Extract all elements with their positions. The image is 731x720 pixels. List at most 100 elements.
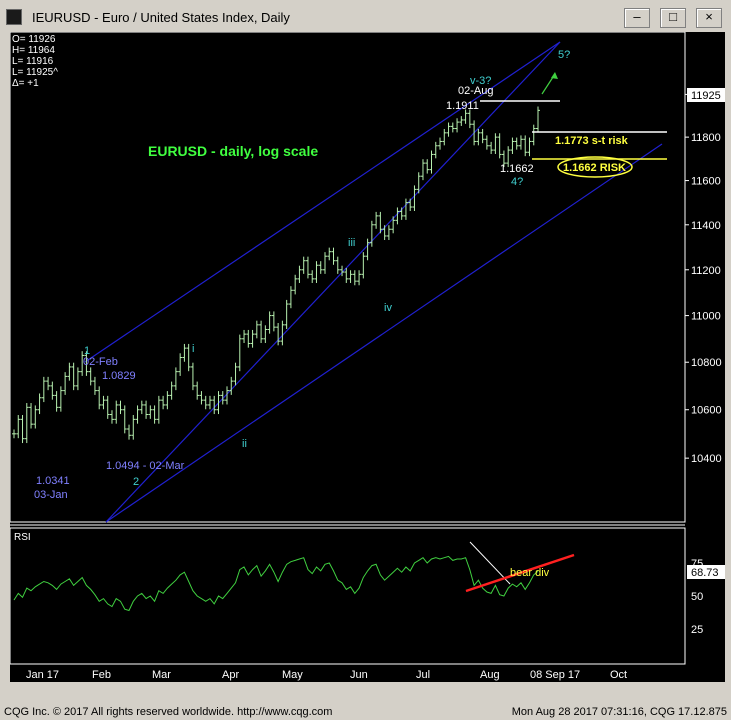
price-bar	[169, 381, 174, 400]
price-bar	[139, 400, 144, 415]
price-bar	[288, 286, 293, 309]
price-bar	[24, 403, 29, 444]
price-tick-label: 11400	[691, 220, 721, 232]
price-bar	[114, 400, 119, 424]
price-bar	[476, 128, 481, 146]
price-bar	[233, 362, 238, 386]
price-bar	[467, 109, 472, 129]
rsi-last-value: 68.73	[691, 567, 719, 579]
price-bar	[186, 343, 191, 372]
price-bar	[127, 424, 132, 440]
price-bar	[182, 343, 187, 362]
price-bar	[144, 400, 149, 419]
rsi-line	[13, 555, 539, 612]
price-bar	[229, 376, 234, 395]
price-bar	[518, 135, 523, 150]
price-bar	[37, 393, 42, 415]
price-panel-frame	[9, 31, 686, 523]
close-button[interactable]: ×	[696, 8, 722, 28]
price-bar	[101, 395, 106, 410]
maximize-button[interactable]: □	[660, 8, 686, 28]
price-bar	[310, 270, 315, 283]
price-bar	[88, 367, 93, 386]
price-bar	[259, 320, 264, 343]
right-scrollbar[interactable]	[725, 32, 727, 682]
label-0341: 1.0341	[36, 475, 70, 487]
price-bar	[267, 311, 272, 334]
price-bar	[318, 261, 323, 274]
price-bar	[352, 270, 357, 286]
price-bar	[450, 122, 455, 133]
price-tick-label: 10400	[691, 453, 722, 465]
price-bar	[135, 405, 140, 424]
price-bar	[331, 247, 336, 265]
price-bar	[67, 362, 72, 381]
label-st-risk: 1.1773 s-t risk	[555, 135, 629, 147]
label-iii: iii	[348, 237, 355, 249]
last-price-value: 11925	[691, 90, 721, 102]
price-bar	[254, 320, 259, 339]
price-bar	[20, 415, 25, 444]
price-bar	[284, 299, 289, 330]
price-bar	[46, 376, 51, 391]
label-02aug: 02-Aug	[458, 85, 493, 97]
label-02feb: 02-Feb	[83, 356, 118, 368]
label-1662: 1.1662	[500, 163, 534, 175]
price-bar	[203, 395, 208, 410]
price-tick-label: 11800	[691, 132, 721, 144]
chart-area[interactable]: 10400 10600 10800 11000 11200 11400 11600 11800…	[9, 31, 727, 682]
price-bar	[250, 329, 255, 348]
time-tick-label: Jan 17	[26, 669, 59, 681]
price-bar	[156, 395, 161, 424]
price-bar	[71, 362, 76, 391]
label-wave-i: i	[192, 343, 194, 355]
price-bar	[178, 353, 183, 376]
label-wave-ii: ii	[242, 438, 247, 450]
price-axis: 10400 10600 10800 11000 11200 11400 11600 11800…	[685, 89, 722, 465]
label-bear-div: bear div	[510, 567, 550, 579]
price-bar	[280, 320, 285, 346]
price-bar	[348, 270, 353, 283]
time-tick-label: Oct	[610, 669, 627, 681]
label-0829: 1.0829	[102, 370, 136, 382]
time-tick-label: Jun	[350, 669, 368, 681]
price-bar	[459, 116, 464, 126]
copyright-text: CQG Inc. © 2017 All rights reserved worl…	[4, 706, 333, 718]
time-tick-label: Apr	[222, 669, 239, 681]
price-bar	[484, 135, 489, 150]
ohlc-low: L= 11916	[12, 56, 54, 67]
minimize-button[interactable]: –	[624, 8, 650, 28]
price-bar	[16, 415, 21, 439]
price-bar	[173, 367, 178, 391]
price-bar	[322, 252, 327, 274]
ohlc-delta: Δ= +1	[12, 78, 39, 89]
price-bar	[408, 198, 413, 212]
price-bar	[489, 141, 494, 154]
price-bar	[195, 381, 200, 400]
time-axis: Jan 17 Feb Mar Apr May Jun Jul Aug 08 Sep 17 Oct	[26, 669, 627, 681]
label-0494: 1.0494 - 02-Mar	[106, 460, 185, 472]
time-tick-label: 08 Sep 17	[530, 669, 580, 681]
price-bar	[152, 405, 157, 424]
status-bar: CQG Inc. © 2017 All rights reserved worl…	[0, 704, 731, 720]
price-tick-label: 11000	[691, 311, 721, 323]
app-icon	[6, 9, 22, 25]
price-bar	[420, 159, 425, 181]
price-bar	[369, 220, 374, 247]
price-bar	[75, 367, 80, 391]
price-bar	[293, 274, 298, 295]
price-bar	[54, 391, 59, 412]
price-bar	[216, 391, 221, 415]
price-bar	[472, 120, 477, 146]
time-tick-label: May	[282, 669, 303, 681]
time-tick-label: Aug	[480, 669, 500, 681]
price-bar	[207, 395, 212, 410]
chart-canvas: 10400 10600 10800 11000 11200 11400 11600 11800…	[9, 31, 727, 682]
price-bar	[365, 238, 370, 261]
price-bar	[438, 137, 443, 150]
price-bar	[199, 391, 204, 405]
price-bar	[374, 211, 379, 229]
price-bar	[242, 329, 247, 343]
price-bar	[161, 395, 166, 410]
price-bar	[429, 150, 434, 174]
